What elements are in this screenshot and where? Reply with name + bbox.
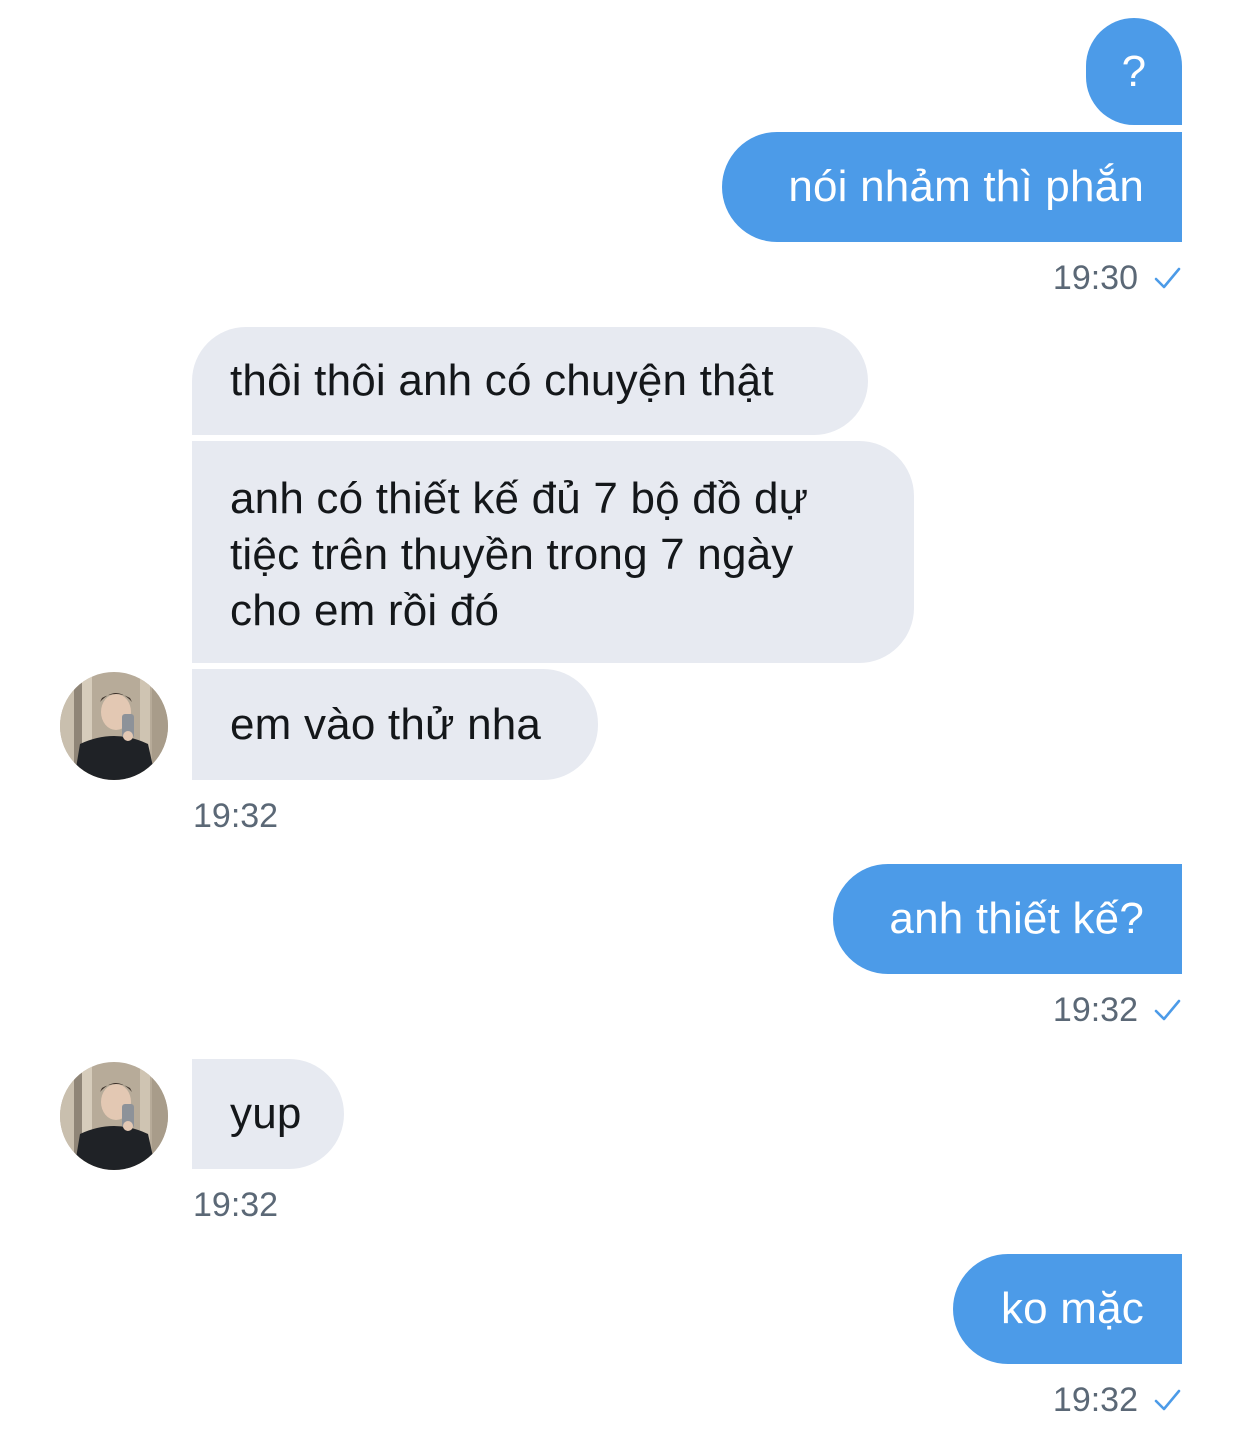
message-timestamp: 19:30 [1053,258,1182,298]
message-bubble-received[interactable]: yup [192,1059,344,1169]
message-text: anh có thiết kế đủ 7 bộ đồ dự tiệc trên … [230,474,809,635]
message-text: yup [230,1089,302,1138]
message-timestamp: 19:32 [193,797,279,835]
message-timestamp: 19:32 [1053,1380,1182,1420]
message-bubble-sent[interactable]: ko mặc [953,1254,1182,1364]
message-bubble-sent[interactable]: ? [1086,18,1182,125]
message-bubble-received[interactable]: em vào thử nha [192,669,598,780]
message-text: anh thiết kế? [889,894,1144,943]
message-timestamp: 19:32 [193,1186,279,1224]
message-bubble-sent[interactable]: anh thiết kế? [833,864,1182,974]
message-bubble-received[interactable]: thôi thôi anh có chuyện thật [192,327,868,435]
message-bubble-received[interactable]: anh có thiết kế đủ 7 bộ đồ dự tiệc trên … [192,441,914,663]
check-icon [1154,267,1181,289]
avatar[interactable] [60,1062,168,1170]
message-text: nói nhảm thì phắn [788,162,1144,211]
avatar[interactable] [60,672,168,780]
avatar-photo [60,672,168,780]
message-text: thôi thôi anh có chuyện thật [230,356,774,405]
check-icon [1154,999,1181,1021]
message-timestamp: 19:32 [1053,990,1182,1030]
check-icon [1154,1389,1181,1411]
message-bubble-sent[interactable]: nói nhảm thì phắn [722,132,1182,242]
message-text: ? [1121,46,1147,96]
message-text: em vào thử nha [230,699,542,749]
avatar-photo [60,1062,168,1170]
message-text: ko mặc [1000,1284,1144,1333]
